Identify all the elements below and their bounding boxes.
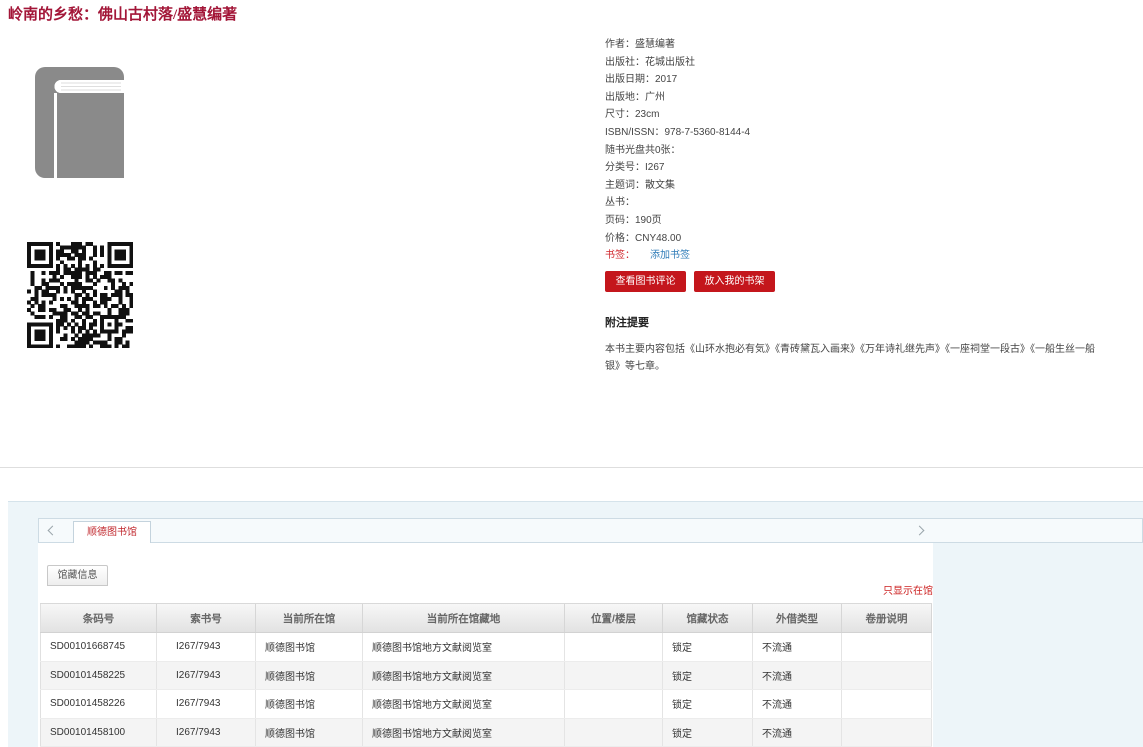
detail-bookmark: 书签： 添加书签	[605, 247, 1125, 265]
holding-row: SD00101458225 I267/7943 顺德图书馆 顺德图书馆地方文献阅…	[40, 661, 932, 690]
tab-shunde-library[interactable]: 顺德图书馆	[73, 521, 151, 543]
bookmark-label: 书签：	[605, 250, 635, 262]
cell-call-number: I267/7943	[157, 661, 256, 689]
section-divider	[0, 467, 1143, 468]
view-reviews-button[interactable]: 查看图书评论	[605, 271, 686, 292]
detail-value: 190页	[635, 214, 662, 226]
detail-label: 丛书：	[605, 197, 635, 209]
detail-label: 页码：	[605, 214, 635, 226]
detail-value: 盛慧编著	[635, 39, 675, 50]
holdings-table: 条码号 索书号 当前所在馆 当前所在馆藏地 位置/楼层 馆藏状态 外借类型 卷册…	[40, 603, 932, 747]
cell-barcode: SD00101458225	[40, 661, 157, 689]
cell-barcode: SD00101458226	[40, 690, 157, 718]
detail-label: ISBN/ISSN：	[605, 126, 665, 138]
cell-library: 顺德图书馆	[256, 718, 363, 746]
detail-label: 出版日期：	[605, 74, 655, 86]
holding-row: SD00101668745 I267/7943 顺德图书馆 顺德图书馆地方文献阅…	[40, 633, 932, 662]
cell-loan-type: 不流通	[753, 718, 842, 746]
detail-label: 主题词：	[605, 179, 645, 191]
cell-location: 顺德图书馆地方文献阅览室	[363, 661, 565, 689]
library-tab-bar: 顺德图书馆	[38, 518, 1143, 543]
cell-library: 顺德图书馆	[256, 661, 363, 689]
column-header-volume: 卷册说明	[842, 604, 932, 632]
detail-value: 23cm	[635, 109, 660, 121]
cell-loan-type: 不流通	[753, 661, 842, 689]
cell-shelf	[565, 661, 663, 689]
detail-value: I267	[645, 162, 665, 174]
detail-disc-count: 随书光盘共0张：	[605, 142, 1125, 160]
detail-label: 出版地：	[605, 91, 645, 103]
cell-status: 锁定	[663, 633, 753, 661]
notes-text: 本书主要内容包括《山环水抱必有気》《青砖黛瓦入画来》《万年诗礼继先声》《一座祠堂…	[605, 344, 1095, 372]
detail-value: 978-7-5360-8144-4	[664, 126, 751, 138]
detail-value: 散文集	[645, 179, 675, 191]
cell-shelf	[565, 690, 663, 718]
detail-label: 出版社：	[605, 56, 645, 68]
holding-row: SD00101458100 I267/7943 顺德图书馆 顺德图书馆地方文献阅…	[40, 718, 932, 747]
detail-publisher: 出版社：花城出版社	[605, 54, 1125, 72]
add-bookmark-link[interactable]: 添加书签	[650, 250, 690, 261]
detail-label: 分类号：	[605, 162, 645, 174]
column-header-location: 当前所在馆藏地	[363, 604, 565, 632]
detail-label: 随书光盘共0张：	[605, 144, 681, 156]
detail-label: 价格：	[605, 232, 635, 244]
detail-value: 花城出版社	[645, 56, 695, 68]
page-title: 岭南的乡愁：佛山古村落/盛慧编著	[8, 7, 238, 23]
cell-status: 锁定	[663, 718, 753, 746]
book-details: 作者：盛慧编著 出版社：花城出版社 出版日期：2017 出版地：广州 尺寸：23…	[605, 36, 1125, 265]
detail-value: 2017	[655, 74, 678, 86]
detail-label: 作者：	[605, 39, 635, 50]
cell-barcode: SD00101458100	[40, 718, 157, 746]
cell-shelf	[565, 633, 663, 661]
column-header-shelf: 位置/楼层	[565, 604, 663, 632]
detail-publish-place: 出版地：广州	[605, 89, 1125, 107]
table-header: 条码号 索书号 当前所在馆 当前所在馆藏地 位置/楼层 馆藏状态 外借类型 卷册…	[40, 603, 932, 633]
cell-loan-type: 不流通	[753, 690, 842, 718]
detail-size: 尺寸：23cm	[605, 106, 1125, 124]
cell-location: 顺德图书馆地方文献阅览室	[363, 690, 565, 718]
cell-library: 顺德图书馆	[256, 633, 363, 661]
holding-row: SD00101458226 I267/7943 顺德图书馆 顺德图书馆地方文献阅…	[40, 690, 932, 719]
chevron-right-icon[interactable]	[914, 525, 925, 536]
tab-holdings-info[interactable]: 馆藏信息	[47, 565, 108, 586]
cell-call-number: I267/7943	[157, 690, 256, 718]
cell-loan-type: 不流通	[753, 633, 842, 661]
cell-call-number: I267/7943	[157, 633, 256, 661]
detail-series: 丛书：	[605, 194, 1125, 212]
show-available-only-link[interactable]: 只显示在馆	[883, 585, 933, 599]
notes-heading: 附注提要	[605, 317, 649, 329]
cell-location: 顺德图书馆地方文献阅览室	[363, 633, 565, 661]
column-header-call-number: 索书号	[157, 604, 256, 632]
detail-author: 作者：盛慧编著	[605, 36, 1125, 54]
book-actions: 查看图书评论 放入我的书架	[605, 271, 775, 292]
detail-label: 尺寸：	[605, 109, 635, 121]
detail-pages: 页码：190页	[605, 212, 1125, 230]
cell-call-number: I267/7943	[157, 718, 256, 746]
chevron-left-icon[interactable]	[47, 525, 58, 536]
detail-publish-date: 出版日期：2017	[605, 71, 1125, 89]
detail-classification: 分类号：I267	[605, 159, 1125, 177]
cell-shelf	[565, 718, 663, 746]
cell-status: 锁定	[663, 661, 753, 689]
add-to-shelf-button[interactable]: 放入我的书架	[694, 271, 775, 292]
detail-price: 价格：CNY48.00	[605, 230, 1125, 248]
qr-code	[27, 242, 134, 349]
detail-value: CNY48.00	[635, 232, 682, 244]
column-header-loan-type: 外借类型	[753, 604, 842, 632]
column-header-barcode: 条码号	[40, 604, 157, 632]
detail-value: 广州	[645, 91, 665, 103]
column-header-status: 馆藏状态	[663, 604, 753, 632]
cell-barcode: SD00101668745	[40, 633, 157, 661]
cell-status: 锁定	[663, 690, 753, 718]
detail-subject: 主题词：散文集	[605, 177, 1125, 195]
cell-library: 顺德图书馆	[256, 690, 363, 718]
cell-volume	[842, 661, 932, 689]
cell-volume	[842, 718, 932, 746]
cell-volume	[842, 690, 932, 718]
column-header-library: 当前所在馆	[256, 604, 363, 632]
cell-volume	[842, 633, 932, 661]
detail-isbn: ISBN/ISSN：978-7-5360-8144-4	[605, 124, 1125, 142]
book-cover-icon	[35, 67, 124, 178]
cell-location: 顺德图书馆地方文献阅览室	[363, 718, 565, 746]
